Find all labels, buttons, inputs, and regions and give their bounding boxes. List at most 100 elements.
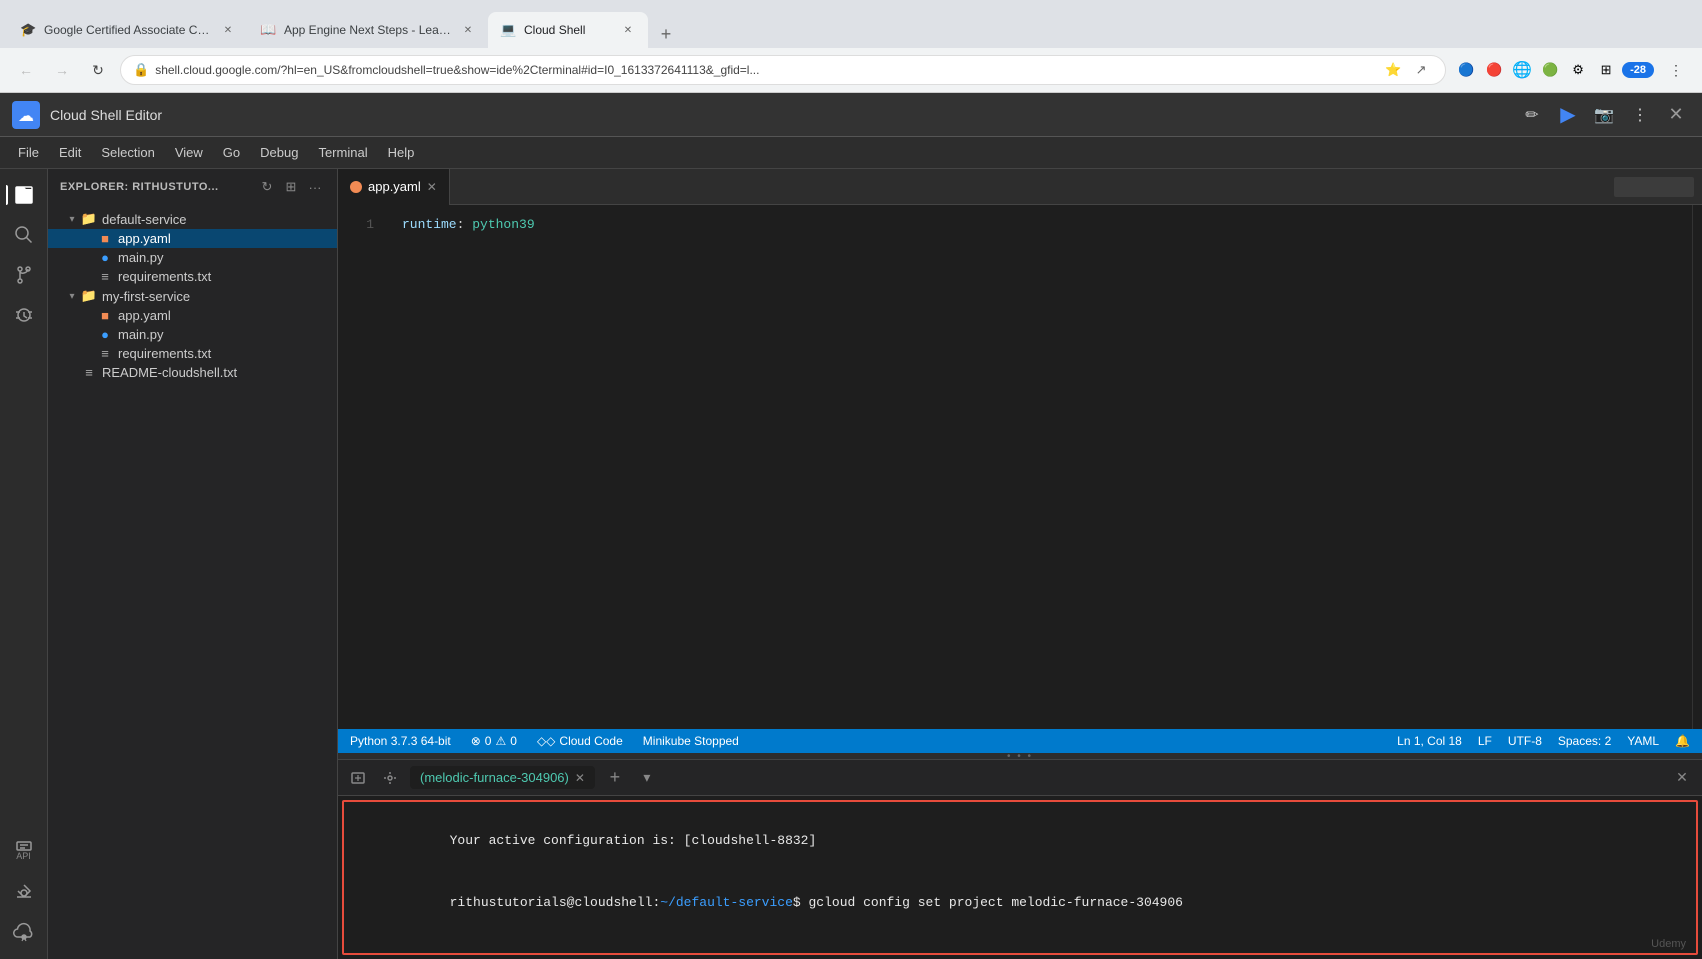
sidebar-header: EXPLORER: RITHUSTUTO... ↻ ⊞ ··· (48, 169, 337, 205)
terminal-cmd-2: $ gcloud config set project melodic-furn… (793, 895, 1183, 910)
file-first-mainpy-name: main.py (118, 327, 333, 342)
watermark: Udemy (1651, 938, 1686, 950)
menu-go[interactable]: Go (213, 141, 250, 164)
status-lf[interactable]: LF (1474, 734, 1496, 748)
minimap-toggle[interactable] (1614, 177, 1694, 197)
screenshot-icon[interactable]: 📷 (1590, 101, 1618, 129)
terminal-add-button[interactable]: + (603, 766, 627, 790)
editor-scrollbar[interactable] (1692, 205, 1702, 729)
forward-button[interactable]: → (48, 56, 76, 84)
ext-icon-2[interactable]: 🔴 (1482, 58, 1506, 82)
status-filetype[interactable]: YAML (1623, 734, 1663, 748)
menu-file[interactable]: File (8, 141, 49, 164)
tab-2-close[interactable]: ✕ (460, 22, 476, 38)
tab-3-close[interactable]: ✕ (620, 22, 636, 38)
edit-icon[interactable]: ✏ (1518, 101, 1546, 129)
activity-api[interactable]: API (6, 827, 42, 871)
activity-deploy[interactable] (6, 875, 42, 911)
activity-bar: API (0, 169, 48, 959)
editor-tab-bar: app.yaml ✕ (338, 169, 1702, 205)
app-header: ☁ Cloud Shell Editor ✏ ▶ 📷 ⋮ ✕ (0, 93, 1702, 137)
terminal-content[interactable]: Your active configuration is: [cloudshel… (342, 800, 1698, 955)
status-spaces[interactable]: Spaces: 2 (1554, 734, 1615, 748)
status-minikube[interactable]: Minikube Stopped (639, 734, 743, 748)
activity-explorer[interactable] (6, 177, 42, 213)
new-tab-button[interactable]: + (652, 20, 680, 48)
tab-1[interactable]: 🎓 Google Certified Associate Clo... ✕ (8, 12, 248, 48)
activity-debug[interactable] (6, 297, 42, 333)
ext-icon-5[interactable]: ⚙ (1566, 58, 1590, 82)
editor-tab-actions (1614, 177, 1702, 197)
terminal-settings-icon[interactable] (378, 766, 402, 790)
ext-icon-1[interactable]: 🔵 (1454, 58, 1478, 82)
menu-button[interactable]: ⋮ (1662, 56, 1690, 84)
back-button[interactable]: ← (12, 56, 40, 84)
file-first-appyaml[interactable]: ■ app.yaml (48, 306, 337, 325)
tab-2[interactable]: 📖 App Engine Next Steps - Lear... ✕ (248, 12, 488, 48)
status-python[interactable]: Python 3.7.3 64-bit (346, 734, 455, 748)
file-tree: ▾ 📁 default-service ■ app.yaml ● main.py (48, 205, 337, 959)
close-icon[interactable]: ✕ (1662, 101, 1690, 129)
play-icon[interactable]: ▶ (1554, 101, 1582, 129)
app: ☁ Cloud Shell Editor ✏ ▶ 📷 ⋮ ✕ File Edit… (0, 93, 1702, 959)
tab-3-title: Cloud Shell (524, 23, 612, 37)
sidebar-more[interactable]: ··· (305, 177, 325, 197)
terminal-new-tab-icon[interactable] (346, 766, 370, 790)
bookmark-icon[interactable]: ⭐ (1381, 58, 1405, 82)
status-bell[interactable]: 🔔 (1671, 734, 1694, 748)
menu-selection[interactable]: Selection (91, 141, 164, 164)
ext-icon-4[interactable]: 🟢 (1538, 58, 1562, 82)
menu-debug[interactable]: Debug (250, 141, 308, 164)
status-right: Ln 1, Col 18 LF UTF-8 Spaces: 2 YAML (1393, 734, 1694, 748)
menu-bar: File Edit Selection View Go Debug Termin… (0, 137, 1702, 169)
file-readme[interactable]: ≡ README-cloudshell.txt (48, 363, 337, 382)
folder-default-service[interactable]: ▾ 📁 default-service (48, 209, 337, 229)
activity-cloud[interactable] (6, 915, 42, 951)
folder-default-service-icon: 📁 (80, 211, 98, 227)
terminal-tab-main[interactable]: (melodic-furnace-304906) ✕ (410, 766, 595, 789)
terminal-tab-close[interactable]: ✕ (575, 771, 585, 785)
activity-git[interactable] (6, 257, 42, 293)
status-python-label: Python 3.7.3 64-bit (350, 734, 451, 748)
browser-chrome: 🎓 Google Certified Associate Clo... ✕ 📖 … (0, 0, 1702, 93)
file-default-appyaml[interactable]: ■ app.yaml (48, 229, 337, 248)
tab-1-close[interactable]: ✕ (220, 22, 236, 38)
ext-icon-3[interactable]: 🌐 (1510, 58, 1534, 82)
file-default-mainpy[interactable]: ● main.py (48, 248, 337, 267)
address-bar[interactable]: 🔒 shell.cloud.google.com/?hl=en_US&fromc… (120, 55, 1446, 85)
address-bar-row: ← → ↻ 🔒 shell.cloud.google.com/?hl=en_US… (0, 48, 1702, 92)
file-first-mainpy[interactable]: ● main.py (48, 325, 337, 344)
status-encoding[interactable]: UTF-8 (1504, 734, 1546, 748)
terminal-line-2: rithustutorials@cloudshell:~/default-ser… (356, 872, 1684, 934)
terminal-close-button[interactable]: ✕ (1670, 766, 1694, 790)
menu-view[interactable]: View (165, 141, 213, 164)
editor-tab-appyaml[interactable]: app.yaml ✕ (338, 169, 450, 205)
code-line-1: runtime: python39 (402, 215, 1692, 235)
menu-terminal[interactable]: Terminal (308, 141, 377, 164)
sidebar-refresh[interactable]: ↻ (257, 177, 277, 197)
file-default-requirementstxt[interactable]: ≡ requirements.txt (48, 267, 337, 286)
status-warnings-icon: ⚠ (495, 734, 506, 748)
status-filetype-label: YAML (1627, 734, 1659, 748)
terminal-dropdown-button[interactable]: ▾ (635, 766, 659, 790)
tab-3[interactable]: 💻 Cloud Shell ✕ (488, 12, 648, 48)
ext-icon-6[interactable]: ⊞ (1594, 58, 1618, 82)
folder-myfirstservice[interactable]: ▾ 📁 my-first-service (48, 286, 337, 306)
file-first-requirementstxt[interactable]: ≡ requirements.txt (48, 344, 337, 363)
status-errors-icon: ⊗ (471, 734, 481, 748)
terminal-header: (melodic-furnace-304906) ✕ + ▾ ✕ (338, 760, 1702, 796)
status-position[interactable]: Ln 1, Col 18 (1393, 734, 1466, 748)
more-icon[interactable]: ⋮ (1626, 101, 1654, 129)
editor-tab-appyaml-close[interactable]: ✕ (427, 180, 437, 194)
status-cloudcode[interactable]: ◇◇ Cloud Code (533, 734, 627, 748)
status-errors[interactable]: ⊗ 0 ⚠ 0 (467, 734, 521, 748)
menu-help[interactable]: Help (378, 141, 425, 164)
reload-button[interactable]: ↻ (84, 56, 112, 84)
menu-edit[interactable]: Edit (49, 141, 91, 164)
activity-search[interactable] (6, 217, 42, 253)
folder-myfirstservice-icon: 📁 (80, 288, 98, 304)
terminal-text-config: Your active configuration is: [cloudshel… (450, 833, 817, 848)
sidebar-copy[interactable]: ⊞ (281, 177, 301, 197)
code-content[interactable]: runtime: python39 (386, 205, 1692, 729)
open-in-new-icon[interactable]: ↗ (1409, 58, 1433, 82)
